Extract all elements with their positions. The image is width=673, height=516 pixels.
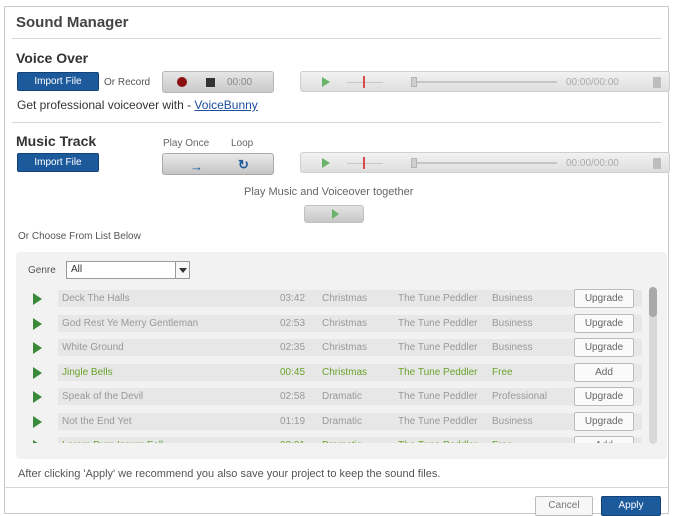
track-genre: Dramatic	[322, 416, 363, 427]
track-artist: The Tune Peddler	[398, 367, 478, 378]
track-genre: Christmas	[322, 293, 368, 304]
play-icon[interactable]	[33, 416, 42, 428]
track-row[interactable]: Not the End Yet 01:19 Dramatic The Tune Ped…	[26, 412, 642, 431]
track-artist: The Tune Peddler	[398, 318, 478, 329]
track-row[interactable]: Lorem Dum Ipsum Fall 02:01 Dramatic The Tun…	[26, 436, 642, 443]
play-icon[interactable]	[33, 391, 42, 403]
track-license: Business	[492, 416, 533, 427]
play-icon[interactable]	[33, 293, 42, 305]
track-license: Free	[492, 440, 513, 443]
footer-note: After clicking 'Apply' we recommend you …	[18, 468, 441, 480]
track-row[interactable]: Jingle Bells 00:45 Christmas The Tune Peddl…	[26, 363, 642, 382]
track-genre: Christmas	[322, 367, 368, 378]
upgrade-button[interactable]: Upgrade	[574, 289, 634, 308]
track-duration: 02:53	[280, 318, 306, 329]
upgrade-button[interactable]: Upgrade	[574, 314, 634, 333]
track-title: White Ground	[62, 342, 124, 353]
track-title: Not the End Yet	[62, 416, 132, 427]
track-row[interactable]: Deck The Halls 03:42 Christmas The Tune Ped…	[26, 289, 642, 308]
add-button[interactable]: Add	[574, 436, 634, 443]
track-duration: 03:42	[280, 293, 306, 304]
track-row[interactable]: White Ground 02:35 Christmas The Tune Peddl…	[26, 338, 642, 357]
track-license: Business	[492, 342, 533, 353]
track-duration: 02:35	[280, 342, 306, 353]
play-icon[interactable]	[33, 440, 42, 443]
track-genre: Christmas	[322, 318, 368, 329]
track-title: Lorem Dum Ipsum Fall	[62, 440, 163, 443]
track-duration: 02:58	[280, 391, 306, 402]
track-genre: Dramatic	[322, 440, 362, 443]
apply-button[interactable]: Apply	[601, 496, 661, 516]
track-license: Free	[492, 367, 513, 378]
upgrade-button[interactable]: Upgrade	[574, 387, 634, 406]
track-genre: Christmas	[322, 342, 368, 353]
track-artist: The Tune Peddler	[398, 342, 478, 353]
track-genre: Dramatic	[322, 391, 363, 402]
track-list-viewport: Deck The Halls 03:42 Christmas The Tune Ped…	[0, 0, 673, 443]
scrollbar-thumb[interactable]	[649, 287, 657, 317]
upgrade-button[interactable]: Upgrade	[574, 412, 634, 431]
track-title: Deck The Halls	[62, 293, 130, 304]
track-license: Business	[492, 318, 533, 329]
track-title: Speak of the Devil	[62, 391, 144, 402]
track-artist: The Tune Peddler	[398, 391, 478, 402]
add-button[interactable]: Add	[574, 363, 634, 382]
track-duration: 01:19	[280, 416, 306, 427]
track-row[interactable]: God Rest Ye Merry Gentleman 02:53 Christma…	[26, 314, 642, 333]
track-artist: The Tune Peddler	[398, 440, 478, 443]
track-duration: 02:01	[280, 440, 305, 443]
play-icon[interactable]	[33, 318, 42, 330]
track-artist: The Tune Peddler	[398, 293, 478, 304]
track-title: God Rest Ye Merry Gentleman	[62, 318, 199, 329]
upgrade-button[interactable]: Upgrade	[574, 338, 634, 357]
track-license: Business	[492, 293, 533, 304]
track-artist: The Tune Peddler	[398, 416, 478, 427]
play-icon[interactable]	[33, 367, 42, 379]
track-duration: 00:45	[280, 367, 306, 378]
cancel-button[interactable]: Cancel	[535, 496, 593, 516]
track-row[interactable]: Speak of the Devil 02:58 Dramatic The Tune …	[26, 387, 642, 406]
footer-divider	[4, 487, 669, 488]
track-title: Jingle Bells	[62, 367, 113, 378]
play-icon[interactable]	[33, 342, 42, 354]
track-license: Professional	[492, 391, 548, 402]
